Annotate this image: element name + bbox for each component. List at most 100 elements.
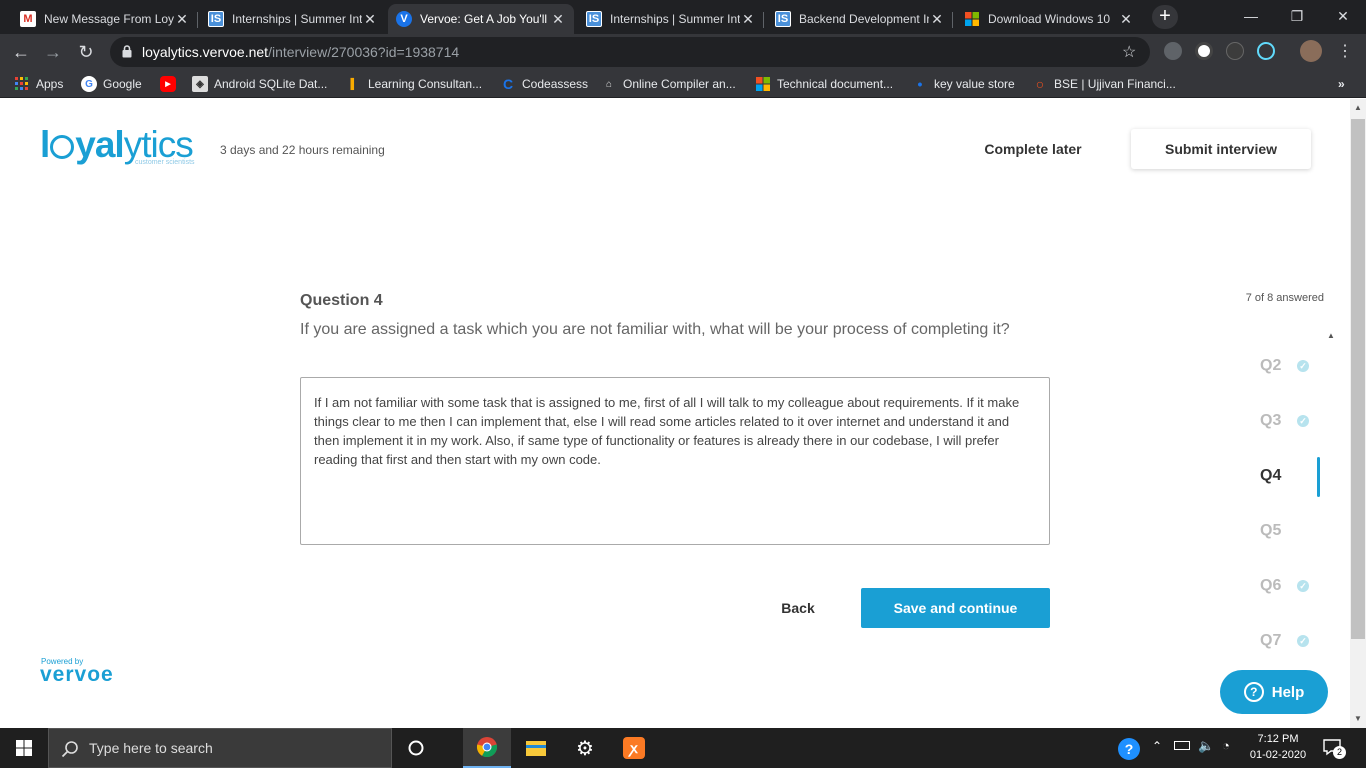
forward-arrow-icon[interactable]: → xyxy=(40,39,66,65)
close-tab-icon[interactable]: ✕ xyxy=(1118,11,1134,28)
browser-tab-active[interactable]: V Vervoe: Get A Job You'll Love ✕ xyxy=(388,4,574,34)
submit-interview-button[interactable]: Submit interview xyxy=(1131,129,1311,169)
browser-tab[interactable]: Download Windows 10 ✕ xyxy=(956,4,1142,34)
address-bar[interactable]: loyalytics.vervoe.net/interview/270036?i… xyxy=(110,37,1150,67)
help-button[interactable]: ? Help xyxy=(1220,670,1328,714)
file-explorer-icon[interactable] xyxy=(512,728,560,768)
bookmark-key-value-store[interactable]: • key value store xyxy=(912,76,1015,92)
bookmark-bse-ujjivan[interactable]: ○ BSE | Ujjivan Financi... xyxy=(1032,76,1176,92)
back-arrow-icon[interactable]: ← xyxy=(8,39,34,65)
menu-kebab-icon[interactable]: ⋮ xyxy=(1332,39,1358,65)
question-mark-icon: ? xyxy=(1243,682,1264,702)
chevron-up-icon[interactable]: ⌃ xyxy=(1152,739,1162,753)
battery-icon[interactable] xyxy=(1174,741,1190,750)
url-text: loyalytics.vervoe.net/interview/270036?i… xyxy=(142,44,460,60)
answer-textarea[interactable]: If I am not familiar with some task that… xyxy=(300,377,1050,545)
bookmark-google[interactable]: G Google xyxy=(81,76,142,92)
bookmark-codeassess[interactable]: C Codeassess xyxy=(500,76,588,92)
notification-center-icon[interactable]: 2 xyxy=(1322,738,1346,760)
question-nav-item-q7[interactable]: Q7 ✓ xyxy=(1260,626,1330,656)
internshala-icon: IS xyxy=(208,11,224,27)
lock-icon xyxy=(122,45,132,58)
scroll-up-icon[interactable]: ▲ xyxy=(1327,331,1335,340)
browser-tab[interactable]: IS Internships | Summer Internships ✕ xyxy=(200,4,386,34)
volume-icon[interactable]: 🔈 xyxy=(1198,738,1214,754)
extension-icon[interactable] xyxy=(1195,42,1213,60)
reload-icon[interactable]: ↻ xyxy=(73,39,99,65)
question-navigator: ▲ Q2 ✓ Q3 ✓ Q4 Q5 Q6 ✓ Q7 ✓ xyxy=(1240,329,1345,728)
question-number: Question 4 xyxy=(300,292,383,309)
chrome-icon[interactable] xyxy=(463,728,511,768)
codeassess-icon: C xyxy=(502,76,514,92)
bookmarks-bar: Apps G Google ▶ ◈ Android SQLite Dat... … xyxy=(0,70,1366,98)
check-icon: ✓ xyxy=(1297,580,1309,592)
browser-tab[interactable]: IS Backend Development Internship ✕ xyxy=(767,4,953,34)
complete-later-button[interactable]: Complete later xyxy=(962,129,1104,169)
logo-o-icon xyxy=(50,135,75,159)
settings-icon[interactable]: ⚙ xyxy=(561,728,609,768)
gmail-icon: M xyxy=(20,11,36,27)
minimize-icon[interactable]: — xyxy=(1228,4,1274,30)
taskbar-clock[interactable]: 7:12 PM 01-02-2020 xyxy=(1242,731,1314,763)
scroll-down-arrow-icon[interactable]: ▼ xyxy=(1350,712,1366,726)
bookmark-youtube[interactable]: ▶ xyxy=(160,76,182,92)
browser-tab[interactable]: M New Message From Loyalytics ✕ xyxy=(12,4,198,34)
extension-icon[interactable] xyxy=(1226,42,1244,60)
microsoft-icon xyxy=(755,76,771,92)
close-tab-icon[interactable]: ✕ xyxy=(929,11,945,28)
close-tab-icon[interactable]: ✕ xyxy=(174,11,190,28)
scrollbar-thumb[interactable] xyxy=(1351,119,1365,639)
react-devtools-icon[interactable] xyxy=(1257,42,1275,60)
windows-start-icon[interactable] xyxy=(0,728,48,768)
vervoe-logo[interactable]: vervoe xyxy=(40,663,114,687)
tab-title: New Message From Loyalytics xyxy=(44,12,174,26)
save-and-continue-button[interactable]: Save and continue xyxy=(861,588,1050,628)
bookmark-apps[interactable]: Apps xyxy=(14,76,63,92)
help-tray-icon[interactable]: ? xyxy=(1118,738,1140,760)
browser-toolbar: ← → ↻ loyalytics.vervoe.net/interview/27… xyxy=(0,34,1366,70)
close-window-icon[interactable]: ✕ xyxy=(1320,4,1366,30)
xampp-icon[interactable]: ꭗ xyxy=(610,728,658,768)
restore-icon[interactable]: ❐ xyxy=(1274,4,1320,30)
question-nav-item-q5[interactable]: Q5 xyxy=(1260,516,1330,546)
bookmarks-overflow[interactable]: » xyxy=(1338,76,1345,92)
bookmark-online-compiler[interactable]: ⌂ Online Compiler an... xyxy=(601,76,736,92)
bookmark-star-icon[interactable]: ☆ xyxy=(1122,42,1136,62)
current-indicator xyxy=(1317,457,1320,497)
question-text: If you are assigned a task which you are… xyxy=(300,321,1010,338)
tab-title: Backend Development Internship xyxy=(799,12,929,26)
question-nav-item-q6[interactable]: Q6 ✓ xyxy=(1260,571,1330,601)
tab-title: Download Windows 10 xyxy=(988,12,1111,26)
answered-count: 7 of 8 answered xyxy=(1245,292,1324,304)
avatar[interactable] xyxy=(1300,40,1322,62)
android-icon: ◈ xyxy=(192,76,208,92)
question-nav-item-q4[interactable]: Q4 xyxy=(1260,457,1330,497)
close-tab-icon[interactable]: ✕ xyxy=(550,11,566,28)
scroll-up-arrow-icon[interactable]: ▲ xyxy=(1350,101,1366,115)
check-icon: ✓ xyxy=(1297,635,1309,647)
cortana-icon[interactable] xyxy=(392,728,440,768)
microsoft-icon xyxy=(964,11,980,27)
bookmark-page-icon: ▌ xyxy=(350,78,358,90)
bookmark-technical-docs[interactable]: Technical document... xyxy=(755,76,893,92)
close-tab-icon[interactable]: ✕ xyxy=(362,11,378,28)
dot-icon: • xyxy=(917,76,923,92)
question-nav-item-q2[interactable]: Q2 ✓ xyxy=(1260,351,1330,381)
internshala-icon: IS xyxy=(586,11,602,27)
taskbar-search-input[interactable]: Type here to search xyxy=(48,728,392,768)
time-remaining: 3 days and 22 hours remaining xyxy=(220,143,385,157)
search-orange-icon: ○ xyxy=(1035,76,1045,92)
close-tab-icon[interactable]: ✕ xyxy=(740,11,756,28)
bookmark-android-sqlite[interactable]: ◈ Android SQLite Dat... xyxy=(192,76,327,92)
page-content: l yalytics customer scientists 3 days and… xyxy=(0,99,1350,728)
bookmark-learning-consultant[interactable]: ▌ Learning Consultan... xyxy=(346,76,482,92)
google-icon: G xyxy=(81,76,97,92)
new-tab-button[interactable]: + xyxy=(1152,5,1178,29)
wifi-icon[interactable]: ◔ xyxy=(1222,738,1230,753)
extension-icon[interactable] xyxy=(1164,42,1182,60)
apps-grid-icon xyxy=(14,76,30,92)
back-button[interactable]: Back xyxy=(760,588,836,628)
question-nav-item-q3[interactable]: Q3 ✓ xyxy=(1260,406,1330,436)
logo-subtitle: customer scientists xyxy=(135,159,195,166)
browser-tab[interactable]: IS Internships | Summer Internships ✕ xyxy=(578,4,764,34)
